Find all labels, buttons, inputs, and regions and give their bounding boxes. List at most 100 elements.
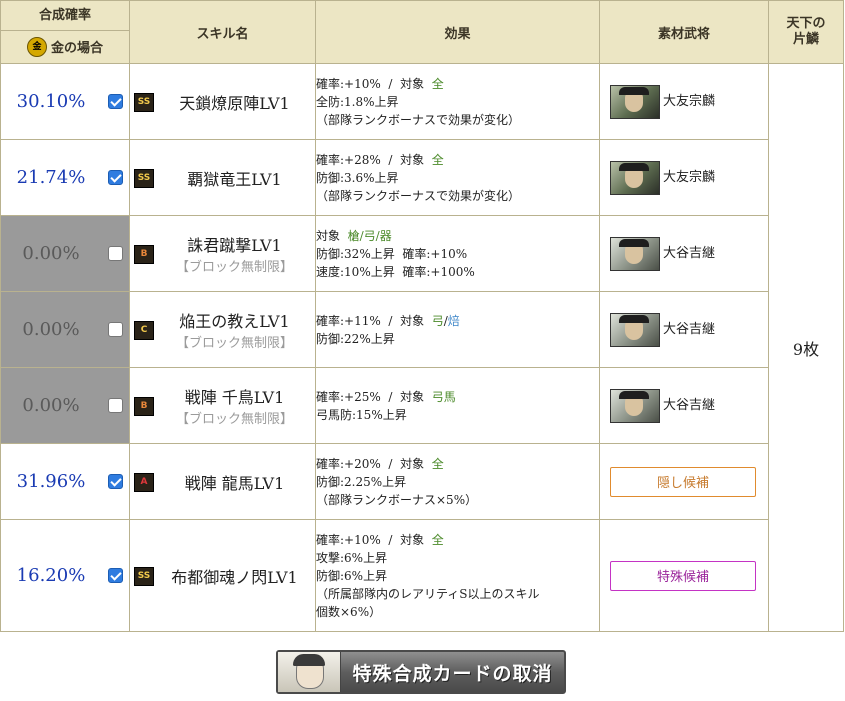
general-portrait-icon[interactable] — [610, 236, 660, 271]
target-text: 弓 — [431, 313, 444, 328]
rate-cell: 21.74% — [0, 139, 130, 216]
skill-checkbox[interactable] — [108, 473, 123, 489]
skill-checkbox[interactable] — [108, 397, 123, 413]
effect-line: （部隊ランクボーナスで効果が変化） — [316, 187, 599, 205]
effect-line: 攻撃:6%上昇 — [316, 549, 599, 567]
effect-line: 防御:22%上昇 — [316, 330, 599, 348]
skill-cell: SS 布都御魂ノ閃LV1 — [129, 519, 316, 632]
skill-header: スキル名 — [129, 0, 316, 64]
effect-cell: 確率:+10% / 対象 全全防:1.8%上昇 （部隊ランクボーナスで効果が変化） — [315, 63, 600, 140]
rate-cell: 16.20% — [0, 519, 130, 632]
target-text: 全 — [431, 532, 444, 547]
general-name: 大友宗麟 — [663, 169, 716, 185]
effect-text: （部隊ランクボーナスで効果が変化） — [316, 188, 521, 203]
skill-name: 戦陣 千鳥LV1 — [184, 388, 285, 407]
effect-line: 防御:3.6%上昇 — [316, 169, 599, 187]
rate-value: 0.00% — [22, 319, 80, 340]
effect-line: 対象 槍/弓/器 — [316, 227, 599, 245]
skill-name: 覇獄竜王LV1 — [187, 169, 282, 189]
rate-value: 0.00% — [22, 395, 80, 416]
skill-cell: C 焔王の教えLV1 【ブロック無制限】 — [129, 291, 316, 368]
table-row: 0.00% C 焔王の教えLV1 【ブロック無制限】 確率:+11% / 対象 弓/焙防… — [0, 291, 844, 368]
effect-text: 確率:+10% / 対象 — [316, 76, 432, 91]
rate-value: 21.74% — [16, 167, 86, 188]
tenka-header: 天下の 片鱗 — [768, 0, 844, 64]
effect-text: （部隊ランクボーナス×5%） — [316, 492, 478, 507]
target-text: 全 — [431, 456, 444, 471]
material-cell: 特殊候補 — [599, 519, 769, 632]
skill-cell: SS 覇獄竜王LV1 — [129, 139, 316, 216]
rate-cell: 0.00% — [0, 215, 130, 292]
rate-header-title: 合成確率 — [1, 2, 129, 31]
target-text: 弓馬 — [431, 389, 456, 404]
effect-line: （部隊ランクボーナス×5%） — [316, 491, 599, 509]
effect-text: 個数×6%） — [316, 604, 382, 619]
effect-line: 個数×6%） — [316, 603, 599, 621]
general-portrait-icon[interactable] — [610, 160, 660, 195]
general-name: 大友宗麟 — [663, 93, 716, 109]
effect-text: 確率:+25% / 対象 — [316, 389, 432, 404]
rank-badge-icon: B — [134, 396, 154, 416]
effect-line: 確率:+20% / 対象 全 — [316, 455, 599, 473]
hidden-candidate-button[interactable]: 隠し候補 — [610, 466, 756, 497]
effect-text: 攻撃:6%上昇 — [316, 550, 388, 565]
effect-line: 防御:2.25%上昇 — [316, 473, 599, 491]
effect-text: 防御:32%上昇 確率:+10% — [316, 246, 468, 261]
general-portrait-icon[interactable] — [610, 84, 660, 119]
table-row: 0.00% B 誅君蹴撃LV1 【ブロック無制限】 対象 槍/弓/器 防御:32%上昇 確… — [0, 215, 844, 292]
rate-cell: 30.10% — [0, 63, 130, 140]
effect-text: 確率:+11% / 対象 — [316, 313, 432, 328]
effect-text: 速度:10%上昇 確率:+100% — [316, 264, 475, 279]
effect-line: 確率:+28% / 対象 全 — [316, 151, 599, 169]
skill-cell: SS 天鎖燎原陣LV1 — [129, 63, 316, 140]
effect-text: 弓馬防:15%上昇 — [316, 407, 407, 422]
effect-line: 防御:32%上昇 確率:+10% — [316, 245, 599, 263]
general-name: 大谷吉継 — [663, 321, 716, 337]
effect-cell: 確率:+10% / 対象 全攻撃:6%上昇 防御:6%上昇 （所属部隊内のレアリティ… — [315, 519, 600, 632]
effect-text: 全防:1.8%上昇 — [316, 94, 399, 109]
skill-name: 天鎖燎原陣LV1 — [179, 93, 290, 113]
rate-value: 30.10% — [16, 91, 86, 112]
cancel-button-label: 特殊合成カードの取消 — [352, 662, 553, 685]
rank-badge-icon: B — [134, 244, 154, 264]
effect-cell: 確率:+28% / 対象 全防御:3.6%上昇 （部隊ランクボーナスで効果が変化） — [315, 139, 600, 216]
skill-checkbox[interactable] — [108, 245, 123, 261]
rate-value: 0.00% — [22, 243, 80, 264]
skill-cell: A 戦陣 龍馬LV1 — [129, 443, 316, 520]
cancel-special-card-button[interactable]: 特殊合成カードの取消 — [276, 650, 566, 694]
material-cell: 大友宗麟 — [599, 63, 769, 140]
effect-line: 全防:1.8%上昇 — [316, 93, 599, 111]
material-cell: 大谷吉継 — [599, 291, 769, 368]
material-cell: 大谷吉継 — [599, 215, 769, 292]
rank-badge-icon: A — [134, 472, 154, 492]
target-text-alt: 焙 — [447, 313, 460, 328]
skill-checkbox[interactable] — [108, 169, 123, 185]
general-portrait-icon[interactable] — [610, 388, 660, 423]
tenka-value: 9枚 — [768, 63, 844, 632]
effect-cell: 確率:+25% / 対象 弓馬 弓馬防:15%上昇 — [315, 367, 600, 444]
effect-line: （所属部隊内のレアリティS以上のスキル — [316, 585, 599, 603]
skill-note: 【ブロック無制限】 — [175, 412, 293, 427]
skill-checkbox[interactable] — [108, 93, 123, 109]
effect-line: 確率:+25% / 対象 弓馬 — [316, 388, 599, 406]
rate-value: 31.96% — [16, 471, 86, 492]
skill-cell: B 誅君蹴撃LV1 【ブロック無制限】 — [129, 215, 316, 292]
skill-checkbox[interactable] — [108, 321, 123, 337]
effect-line: 防御:6%上昇 — [316, 567, 599, 585]
general-portrait-icon[interactable] — [610, 312, 660, 347]
effect-text: 防御:6%上昇 — [316, 568, 388, 583]
effect-line: 弓馬防:15%上昇 — [316, 406, 599, 424]
rate-value: 16.20% — [16, 565, 86, 586]
effect-line: 確率:+10% / 対象 全 — [316, 75, 599, 93]
special-candidate-button[interactable]: 特殊候補 — [610, 560, 756, 591]
target-text: 全 — [431, 76, 444, 91]
effect-cell: 確率:+11% / 対象 弓/焙 防御:22%上昇 — [315, 291, 600, 368]
effect-text: （部隊ランクボーナスで効果が変化） — [316, 112, 521, 127]
portrait-icon — [278, 652, 341, 692]
effect-text: （所属部隊内のレアリティS以上のスキル — [316, 586, 540, 601]
skill-checkbox[interactable] — [108, 567, 123, 583]
material-cell: 隠し候補 — [599, 443, 769, 520]
material-cell: 大友宗麟 — [599, 139, 769, 216]
skill-name: 焔王の教えLV1 — [179, 312, 290, 331]
effect-cell: 確率:+20% / 対象 全防御:2.25%上昇 （部隊ランクボーナス×5%） — [315, 443, 600, 520]
